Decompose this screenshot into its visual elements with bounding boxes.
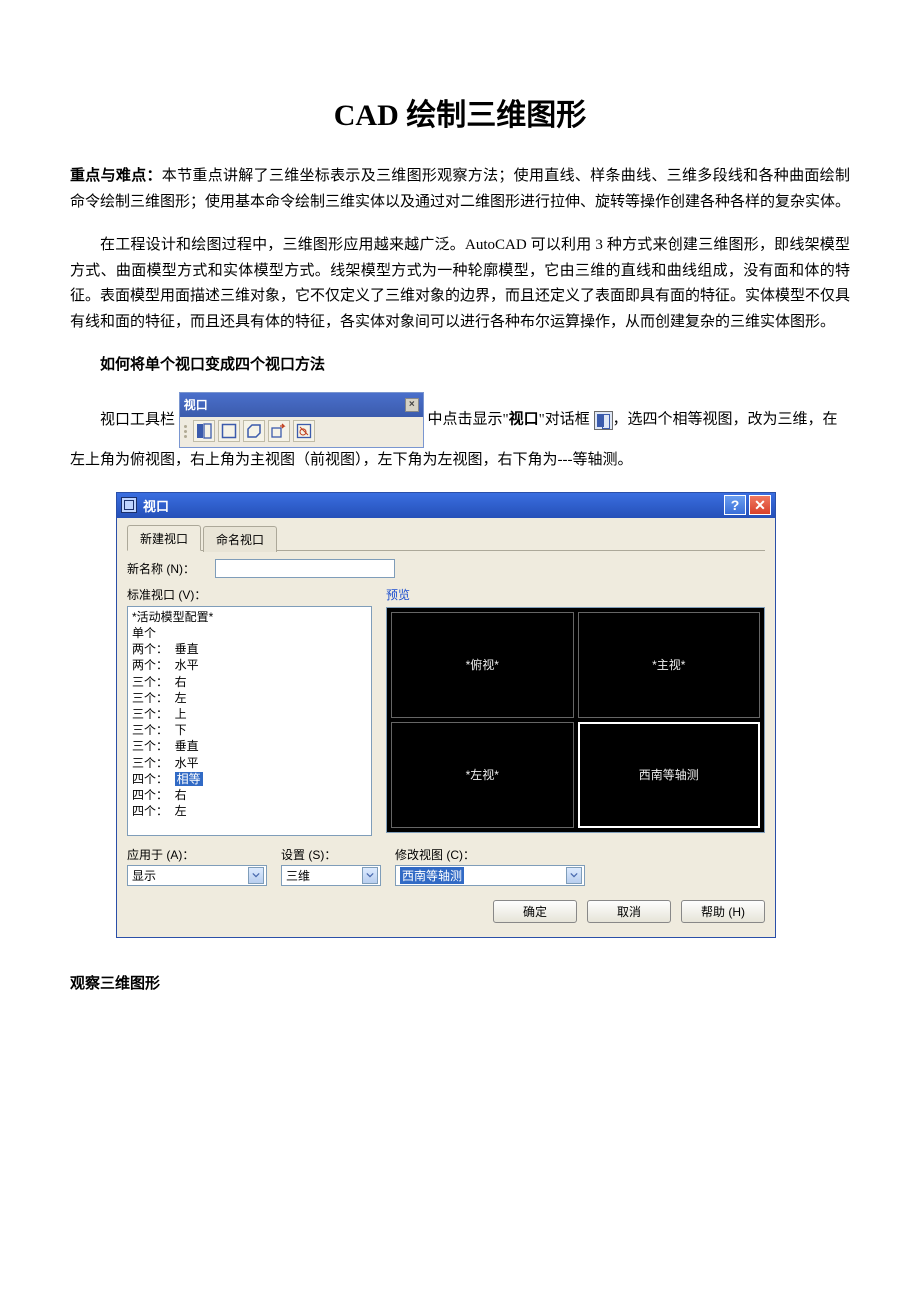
chevron-down-icon bbox=[362, 867, 378, 884]
toolbar-close-icon[interactable]: × bbox=[405, 398, 419, 412]
toolbar-title: 视口 bbox=[184, 395, 208, 415]
preview-viewport-top-right[interactable]: *主视* bbox=[578, 612, 761, 718]
preview-viewport-bottom-left[interactable]: *左视* bbox=[391, 722, 574, 828]
list-item[interactable]: 三个： 左 bbox=[132, 690, 367, 706]
dialog-title-icon bbox=[121, 497, 137, 513]
help-button[interactable]: 帮助 (H) bbox=[681, 900, 765, 923]
intro-body: 本节重点讲解了三维坐标表示及三维图形观察方法；使用直线、样条曲线、三维多段线和各… bbox=[70, 168, 850, 210]
list-item[interactable]: *活动模型配置* bbox=[132, 609, 367, 625]
page-title: CAD 绘制三维图形 bbox=[70, 90, 850, 134]
std-viewport-label: 标准视口 (V)： bbox=[127, 586, 372, 603]
dialog-tabs: 新建视口 命名视口 bbox=[127, 524, 765, 551]
intro-paragraph: 重点与难点：本节重点讲解了三维坐标表示及三维图形观察方法；使用直线、样条曲线、三… bbox=[70, 164, 850, 215]
paragraph-2: 在工程设计和绘图过程中，三维图形应用越来越广泛。AutoCAD 可以利用 3 种… bbox=[70, 233, 850, 335]
std-viewport-listbox[interactable]: *活动模型配置*单个两个： 垂直两个： 水平三个： 右三个： 左三个： 上三个：… bbox=[127, 606, 372, 836]
list-item[interactable]: 两个： 垂直 bbox=[132, 641, 367, 657]
inline-toolbar-paragraph: 视口工具栏 视口 × bbox=[70, 392, 850, 474]
subheading-observe-3d: 观察三维图形 bbox=[70, 972, 850, 993]
list-item[interactable]: 三个： 右 bbox=[132, 674, 367, 690]
modify-view-select[interactable]: 西南等轴测 bbox=[395, 865, 585, 886]
inline-mid1: 中点击显示" bbox=[428, 412, 509, 428]
convert-viewport-button[interactable] bbox=[268, 420, 290, 442]
preview-viewport-bottom-right[interactable]: 西南等轴测 bbox=[578, 722, 761, 828]
viewport-dialog-button[interactable] bbox=[193, 420, 215, 442]
list-item[interactable]: 四个： 右 bbox=[132, 787, 367, 803]
dialog-title: 视口 bbox=[143, 496, 721, 515]
apply-to-label: 应用于 (A)： bbox=[127, 846, 267, 863]
viewport-dialog-icon bbox=[594, 411, 613, 430]
poly-viewport-button[interactable] bbox=[243, 420, 265, 442]
list-item[interactable]: 三个： 下 bbox=[132, 722, 367, 738]
inline-mid-bold: 视口 bbox=[509, 412, 539, 428]
single-viewport-button[interactable] bbox=[218, 420, 240, 442]
ok-button[interactable]: 确定 bbox=[493, 900, 577, 923]
tab-new-viewport[interactable]: 新建视口 bbox=[127, 525, 201, 551]
modify-view-label: 修改视图 (C)： bbox=[395, 846, 765, 863]
dialog-close-button[interactable]: ✕ bbox=[749, 495, 771, 515]
list-item[interactable]: 三个： 水平 bbox=[132, 755, 367, 771]
list-item[interactable]: 单个 bbox=[132, 625, 367, 641]
cancel-button[interactable]: 取消 bbox=[587, 900, 671, 923]
intro-label: 重点与难点： bbox=[70, 168, 162, 184]
list-item[interactable]: 三个： 上 bbox=[132, 706, 367, 722]
chevron-down-icon bbox=[566, 867, 582, 884]
list-item[interactable]: 三个： 垂直 bbox=[132, 738, 367, 754]
preview-viewport-top-left[interactable]: *俯视* bbox=[391, 612, 574, 718]
viewport-toolbar: 视口 × bbox=[179, 392, 424, 448]
preview-label: 预览 bbox=[386, 586, 765, 603]
new-name-input[interactable] bbox=[215, 559, 395, 578]
viewport-dialog: 视口 ? ✕ 新建视口 命名视口 新名称 (N)： 标准视口 (V)： *活动模… bbox=[116, 492, 776, 938]
chevron-down-icon bbox=[248, 867, 264, 884]
apply-to-select[interactable]: 显示 bbox=[127, 865, 267, 886]
setting-label: 设置 (S)： bbox=[281, 846, 381, 863]
new-name-label: 新名称 (N)： bbox=[127, 560, 215, 577]
list-item[interactable]: 两个： 水平 bbox=[132, 657, 367, 673]
dialog-help-button[interactable]: ? bbox=[724, 495, 746, 515]
dialog-titlebar[interactable]: 视口 ? ✕ bbox=[117, 493, 775, 518]
tab-named-viewport[interactable]: 命名视口 bbox=[203, 526, 277, 552]
inline-lead: 视口工具栏 bbox=[70, 408, 175, 434]
clip-viewport-button[interactable] bbox=[293, 420, 315, 442]
toolbar-grip-icon[interactable] bbox=[184, 420, 188, 442]
list-item[interactable]: 四个： 左 bbox=[132, 803, 367, 819]
preview-box: *俯视* *主视* *左视* 西南等轴测 bbox=[386, 607, 765, 833]
inline-mid2: "对话框 bbox=[539, 412, 590, 428]
list-item[interactable]: 四个： 相等 bbox=[132, 771, 367, 787]
subheading-viewport-method: 如何将单个视口变成四个视口方法 bbox=[70, 353, 850, 374]
setting-select[interactable]: 三维 bbox=[281, 865, 381, 886]
